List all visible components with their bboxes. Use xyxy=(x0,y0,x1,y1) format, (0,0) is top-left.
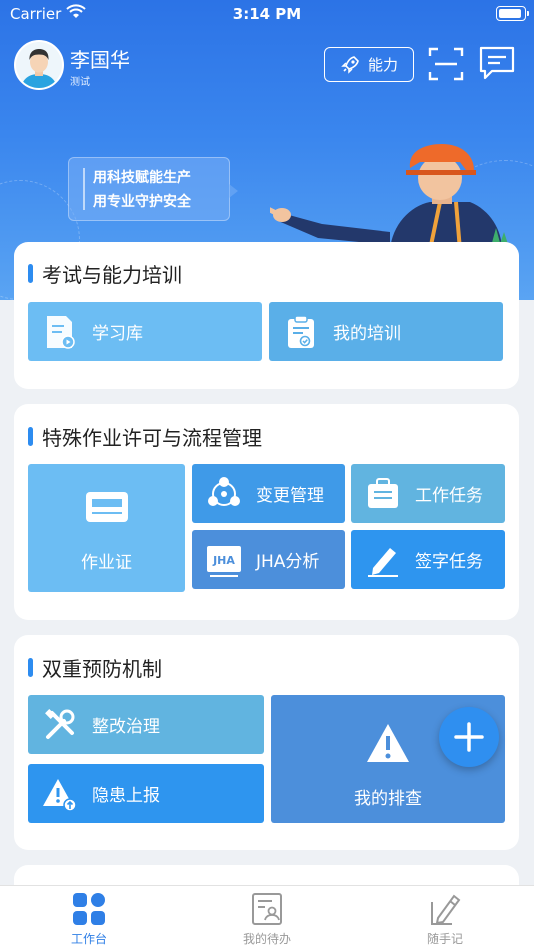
avatar[interactable] xyxy=(14,40,64,90)
training-card: 考试与能力培训 学习库 我的培训 xyxy=(14,242,519,389)
tab-label: 工作台 xyxy=(70,932,107,946)
tab-my-todo[interactable]: 我的待办 xyxy=(227,892,307,947)
tile-label: 学习库 xyxy=(92,324,143,344)
jha-doc-icon: JHA xyxy=(207,545,241,577)
dashboard-icon xyxy=(73,893,105,925)
hazard-report-button[interactable]: 隐患上报 xyxy=(28,764,264,823)
change-management-button[interactable]: 变更管理 xyxy=(192,464,345,523)
notepad-pen-icon xyxy=(431,894,461,925)
tab-workbench[interactable]: 工作台 xyxy=(49,892,129,947)
work-permit-button[interactable]: 作业证 xyxy=(28,464,185,592)
section-title: 特殊作业许可与流程管理 xyxy=(28,422,262,451)
tile-label: 工作任务 xyxy=(415,486,483,506)
ability-label: 能力 xyxy=(367,56,398,74)
study-library-button[interactable]: 学习库 xyxy=(28,302,262,361)
warning-icon xyxy=(367,723,409,762)
tile-label: 我的排查 xyxy=(354,788,422,809)
tile-label: 隐患上报 xyxy=(92,786,160,806)
ability-button[interactable]: 能力 xyxy=(324,47,414,82)
tab-label: 我的待办 xyxy=(242,932,291,946)
permits-card: 特殊作业许可与流程管理 作业证 变更管理 工作任务 JHA JHA分析 签字任务 xyxy=(14,404,519,620)
message-icon[interactable] xyxy=(478,44,516,82)
worker-illustration xyxy=(270,144,510,250)
tab-bar: 工作台 我的待办 随手记 xyxy=(0,885,534,950)
tab-notes[interactable]: 随手记 xyxy=(405,892,485,947)
tile-label: 作业证 xyxy=(81,552,132,573)
user-role: 测试 xyxy=(70,77,90,88)
slogan-line-2: 用专业守护安全 xyxy=(93,194,191,210)
share-flow-icon xyxy=(208,476,240,506)
tile-label: JHA分析 xyxy=(256,552,320,572)
slogan-bubble: 用科技赋能生产 用专业守护安全 xyxy=(68,157,238,221)
status-bar: Carrier 3:14 PM xyxy=(0,0,534,28)
tile-label: 变更管理 xyxy=(256,486,324,506)
certificate-card-icon xyxy=(85,491,128,522)
my-training-button[interactable]: 我的培训 xyxy=(269,302,503,361)
tile-label: 签字任务 xyxy=(415,552,483,572)
jha-analysis-button[interactable]: JHA JHA分析 xyxy=(192,530,345,589)
work-task-button[interactable]: 工作任务 xyxy=(351,464,505,523)
clock-time: 3:14 PM xyxy=(232,5,302,23)
tools-icon xyxy=(45,708,75,739)
study-library-icon xyxy=(47,315,75,349)
section-title: 双重预防机制 xyxy=(28,653,162,682)
pen-sign-icon xyxy=(368,547,398,577)
svg-text:JHA: JHA xyxy=(212,554,235,567)
add-button[interactable] xyxy=(439,707,499,767)
warning-upload-icon xyxy=(43,778,77,812)
person-avatar-icon xyxy=(16,42,62,88)
tile-label: 整改治理 xyxy=(92,717,160,737)
user-name: 李国华 xyxy=(70,48,130,72)
clipboard-check-icon xyxy=(288,314,314,348)
scan-icon[interactable] xyxy=(428,46,464,82)
slogan-line-1: 用科技赋能生产 xyxy=(93,170,191,186)
rectification-button[interactable]: 整改治理 xyxy=(28,695,264,754)
plus-icon xyxy=(454,722,484,752)
todo-profile-icon xyxy=(252,893,282,925)
sign-task-button[interactable]: 签字任务 xyxy=(351,530,505,589)
section-title: 考试与能力培训 xyxy=(28,259,182,288)
rocket-icon xyxy=(341,55,359,74)
briefcase-task-icon xyxy=(368,477,398,508)
battery-icon xyxy=(496,6,529,21)
tile-label: 我的培训 xyxy=(333,324,401,344)
tab-label: 随手记 xyxy=(426,932,463,946)
